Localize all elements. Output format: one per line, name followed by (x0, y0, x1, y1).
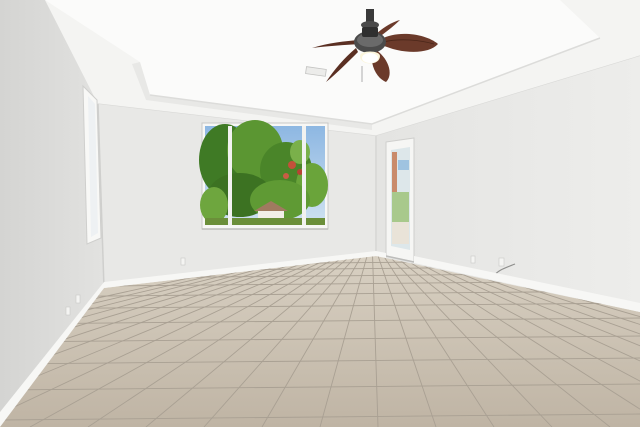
door-glass (391, 147, 410, 250)
window-view (199, 120, 328, 225)
wall-outlet-back (180, 257, 186, 266)
wall-outlet-right (470, 255, 476, 264)
window-mullion-right (302, 126, 306, 225)
room-illustration (0, 0, 640, 427)
window-mullion-left (228, 126, 232, 225)
wall-outlet-left-2 (75, 294, 81, 304)
wall-outlet-left (65, 306, 71, 316)
wall-outlet-right-2 (498, 257, 505, 267)
room-photo (0, 0, 640, 427)
